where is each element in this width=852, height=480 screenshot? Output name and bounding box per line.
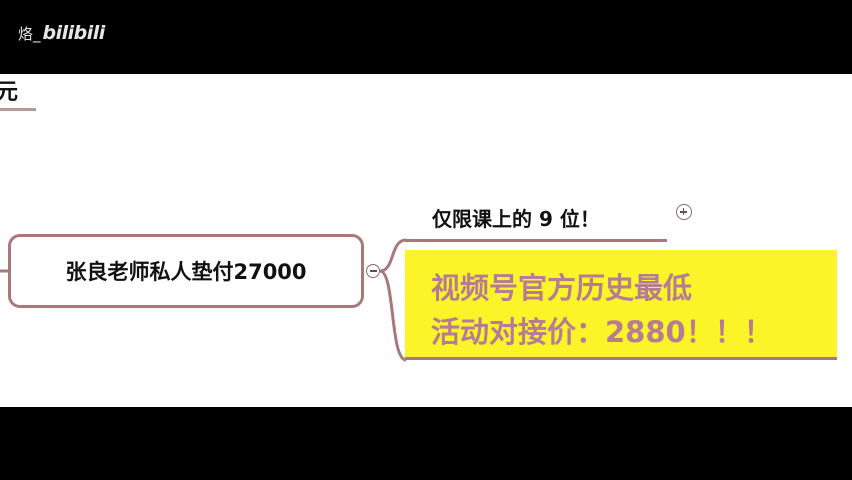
top-letterbox: 烙_ bilibili [0, 0, 852, 74]
bilibili-logo: bilibili [42, 22, 106, 44]
plus-circle-icon[interactable] [676, 204, 692, 220]
watermark-user: 烙_ [18, 25, 41, 43]
bilibili-watermark: 烙_ bilibili [18, 22, 105, 44]
minus-circle-icon[interactable] [366, 264, 380, 278]
branch-node-label[interactable]: 仅限课上的 9 位！ [432, 203, 600, 232]
highlight-line-2: 活动对接价：2880！！！ [431, 315, 773, 349]
connector-to-highlight [379, 269, 407, 362]
mindmap-canvas: 元 张良老师私人垫付27000 仅限课上的 9 位！ 视频号官方历史最低 活动对… [0, 74, 852, 407]
video-frame: 烙_ bilibili 元 张良老师私人垫付27000 仅限课上的 9 位！ 视… [0, 0, 852, 480]
branch-underline [405, 239, 667, 242]
connector-to-branch [379, 238, 407, 273]
highlight-node[interactable]: 视频号官方历史最低 活动对接价：2880！！！ [405, 250, 837, 360]
highlight-line-1: 视频号官方历史最低 [431, 271, 693, 305]
main-node-label: 张良老师私人垫付27000 [65, 260, 307, 284]
bottom-letterbox [0, 407, 852, 480]
main-node[interactable]: 张良老师私人垫付27000 [8, 234, 364, 308]
